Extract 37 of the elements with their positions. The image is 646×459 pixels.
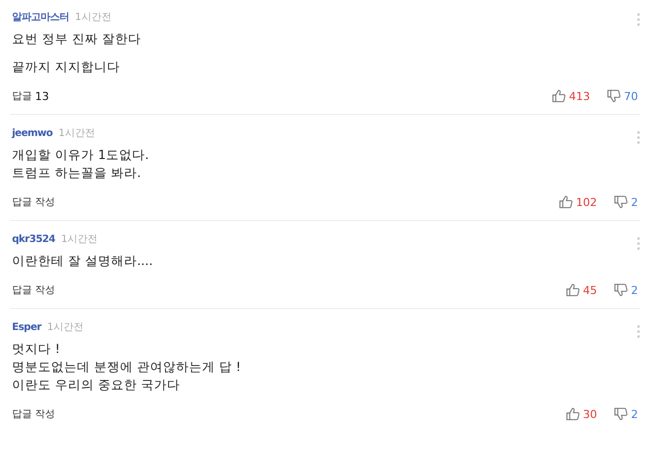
comment-text: 멋지다 ! (12, 340, 61, 358)
reply-link[interactable]: 답글 (12, 89, 32, 103)
comment-time: 1시간전 (47, 321, 84, 334)
thumbs-up-icon[interactable] (552, 89, 566, 103)
comment-time: 1시간전 (75, 11, 112, 24)
author-name: Esper (12, 322, 42, 333)
thumbs-down-icon[interactable] (614, 283, 628, 297)
like-count: 413 (569, 90, 590, 102)
thumbs-down-icon[interactable] (614, 195, 628, 209)
thumbs-up-icon[interactable] (566, 407, 580, 421)
thumbs-up-icon[interactable] (559, 195, 573, 209)
author-name: 알파고마스터 (12, 11, 69, 24)
like-count: 30 (583, 408, 597, 420)
thumbs-down-icon[interactable] (614, 407, 628, 421)
comment-text: 명분도없는데 분쟁에 관여않하는게 답 ! (12, 358, 242, 376)
comment-time: 1시간전 (61, 233, 98, 246)
thumbs-down-icon[interactable] (607, 89, 621, 103)
comment-text: 개입할 이유가 1도없다. (12, 146, 150, 164)
thumbs-up-icon[interactable] (566, 283, 580, 297)
reply-link[interactable]: 답글 작성 (12, 195, 56, 209)
dislike-count: 2 (631, 196, 638, 208)
comment-text: 끝까지 지지합니다 (12, 58, 121, 76)
author-name: jeemwo (12, 128, 53, 139)
comment-text: 트럼프 하는꼴을 봐라. (12, 164, 142, 182)
dislike-count: 2 (631, 284, 638, 296)
comment-text: 이란도 우리의 중요한 국가다 (12, 376, 181, 394)
dislike-count: 70 (624, 90, 638, 102)
comment-text: 요번 정부 진짜 잘한다 (12, 30, 142, 48)
comment-text: 이란한테 잘 설명해라.... (12, 252, 154, 270)
reply-count: 13 (35, 90, 49, 102)
like-count: 45 (583, 284, 597, 296)
reply-link[interactable]: 답글 작성 (12, 407, 56, 421)
author-name: qkr3524 (12, 234, 56, 245)
comment-time: 1시간전 (58, 127, 95, 140)
like-count: 102 (576, 196, 597, 208)
reply-link[interactable]: 답글 작성 (12, 283, 56, 297)
dislike-count: 2 (631, 408, 638, 420)
